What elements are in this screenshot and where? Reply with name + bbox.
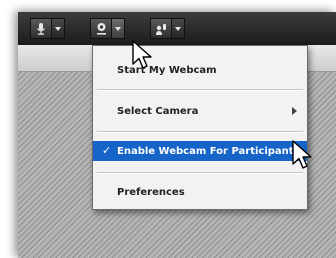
submenu-arrow-icon	[292, 107, 297, 115]
webcam-button[interactable]	[90, 18, 112, 39]
menu-item-select-camera[interactable]: Select Camera	[93, 101, 307, 121]
webcam-icon	[96, 22, 106, 35]
app-window: Start My Webcam Select Camera ✓ Enable W…	[18, 12, 336, 258]
chevron-down-icon	[55, 26, 61, 31]
menu-item-label: Enable Webcam For Participants	[117, 145, 300, 157]
webcam-button-group	[90, 18, 125, 39]
chevron-down-icon	[175, 26, 181, 31]
raise-hand-icon	[155, 23, 166, 35]
microphone-button-group	[30, 18, 65, 39]
toolbar	[18, 12, 336, 45]
menu-item-enable-webcam-for-participants[interactable]: ✓ Enable Webcam For Participants	[93, 141, 307, 161]
menu-separator	[97, 172, 303, 174]
microphone-button[interactable]	[30, 18, 52, 39]
menu-separator	[97, 131, 303, 133]
mouse-pointer-icon	[292, 140, 312, 169]
webcam-menu-arrow[interactable]	[112, 18, 125, 39]
menu-item-label: Select Camera	[117, 105, 199, 117]
chevron-down-icon	[115, 26, 121, 31]
presenter-menu-arrow[interactable]	[172, 18, 185, 39]
menu-item-preferences[interactable]: Preferences	[93, 182, 307, 202]
presenter-button[interactable]	[150, 18, 172, 39]
menu-separator	[97, 89, 303, 91]
webcam-dropdown-menu: Start My Webcam Select Camera ✓ Enable W…	[92, 45, 308, 210]
checkmark-icon: ✓	[102, 144, 112, 157]
menu-item-label: Preferences	[117, 186, 185, 198]
mouse-pointer-icon	[132, 40, 152, 69]
presenter-button-group	[150, 18, 185, 39]
microphone-menu-arrow[interactable]	[52, 18, 65, 39]
menu-item-start-my-webcam[interactable]: Start My Webcam	[93, 60, 307, 80]
microphone-icon	[37, 22, 45, 35]
